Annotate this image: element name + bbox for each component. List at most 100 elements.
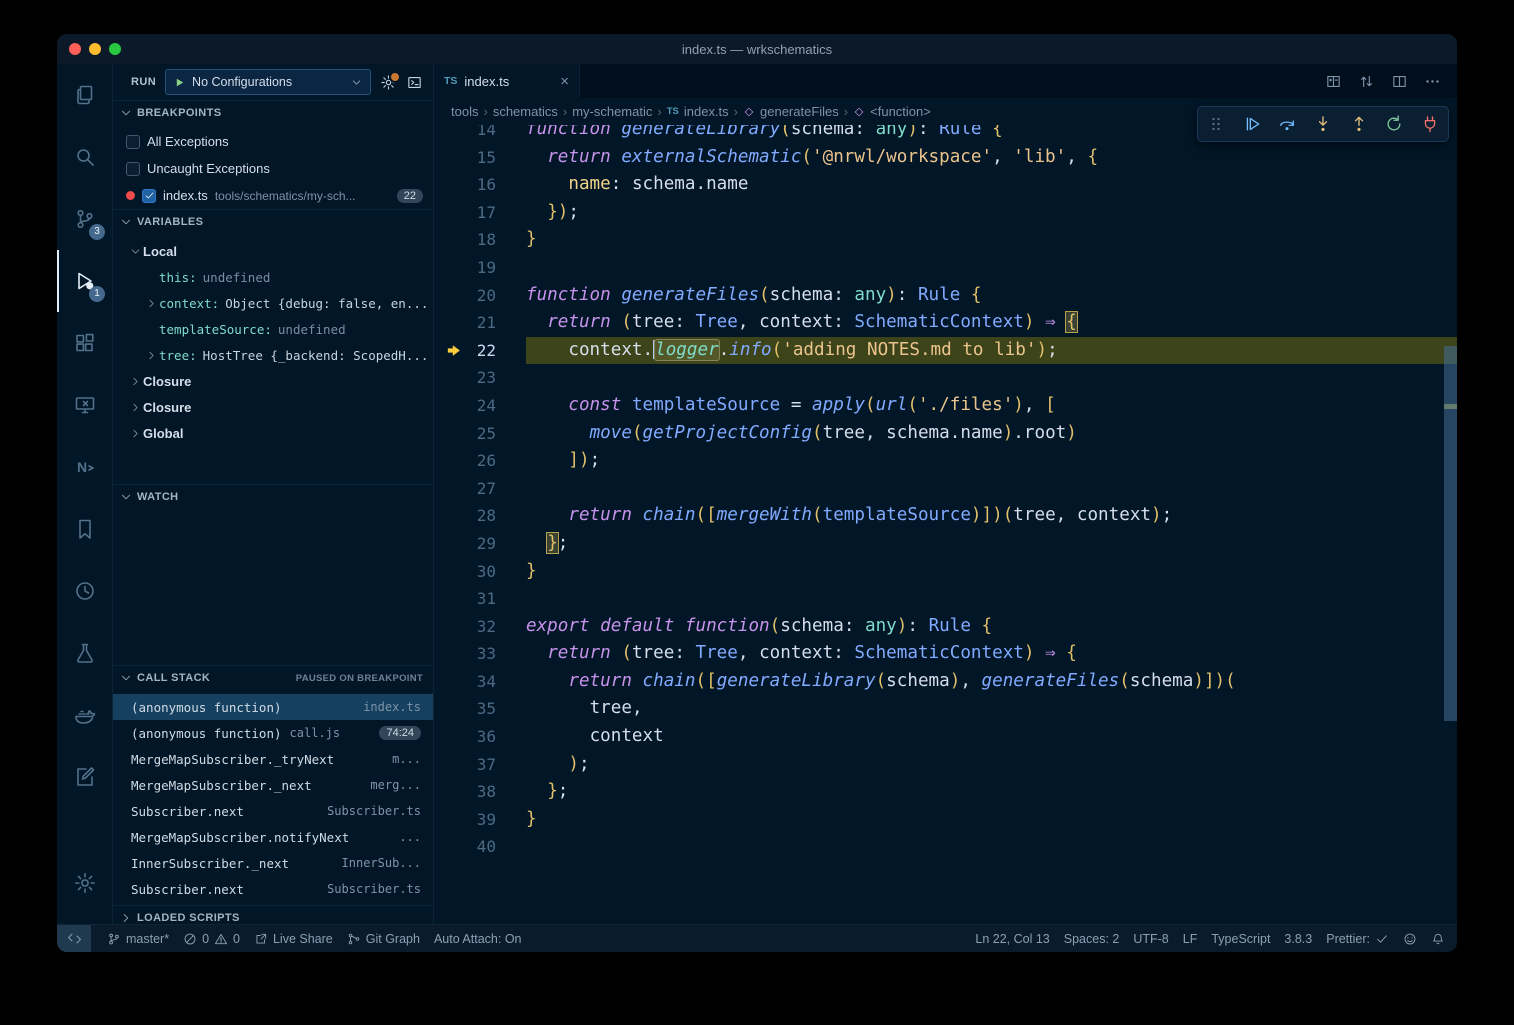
code-text[interactable]: export default function(schema: any): Ru… [526, 613, 1457, 641]
line-number-gutter[interactable]: 29 [434, 530, 526, 558]
close-tab-icon[interactable]: × [560, 74, 569, 89]
line-number-gutter[interactable]: 16 [434, 171, 526, 199]
activity-item-nx-console[interactable]: N [57, 436, 112, 498]
breakpoint-checkbox[interactable] [142, 189, 156, 203]
activity-item-history[interactable] [57, 560, 112, 622]
line-number-gutter[interactable]: 23 [434, 364, 526, 392]
chevron-right-icon[interactable] [127, 401, 143, 414]
tab-index-ts[interactable]: TS index.ts × [434, 64, 580, 98]
editor-scrollbar[interactable] [1444, 346, 1457, 721]
watch-section-header[interactable]: WATCH [113, 484, 433, 509]
debug-settings-button[interactable] [380, 74, 397, 91]
variable-row[interactable]: this:undefined [113, 264, 433, 290]
line-number-gutter[interactable]: 30 [434, 558, 526, 586]
compare-changes-icon[interactable] [1358, 73, 1375, 90]
variable-row[interactable]: templateSource:undefined [113, 316, 433, 342]
open-changes-icon[interactable] [1325, 73, 1342, 90]
line-number-gutter[interactable]: 34 [434, 668, 526, 696]
activity-item-source-control[interactable]: 3 [57, 188, 112, 250]
chevron-right-icon[interactable] [143, 349, 159, 362]
line-number-gutter[interactable]: 15 [434, 144, 526, 172]
status-item-live-share[interactable]: Live Share [254, 932, 333, 946]
status-item-language-mode[interactable]: TypeScript [1211, 932, 1270, 946]
breakpoint-row[interactable]: Uncaught Exceptions [113, 155, 433, 182]
line-number-gutter[interactable]: 36 [434, 723, 526, 751]
code-text[interactable]: return externalSchematic('@nrwl/workspac… [526, 144, 1457, 172]
line-number-gutter[interactable]: 20 [434, 282, 526, 310]
activity-item-run-debug[interactable]: 1 [57, 250, 112, 312]
step-over-button[interactable] [1273, 110, 1301, 138]
code-text[interactable]: ); [526, 751, 1457, 779]
variables-section-header[interactable]: VARIABLES [113, 209, 433, 234]
code-text[interactable] [526, 364, 1457, 392]
status-item-auto-attach[interactable]: Auto Attach: On [434, 932, 522, 946]
status-item-ts-version[interactable]: 3.8.3 [1284, 932, 1312, 946]
line-number-gutter[interactable]: 27 [434, 475, 526, 503]
start-debug-icon[interactable] [173, 76, 186, 89]
more-actions-icon[interactable] [1424, 73, 1441, 90]
line-number-gutter[interactable]: 38 [434, 778, 526, 806]
variable-row[interactable]: context:Object {debug: false, en... [113, 290, 433, 316]
code-text[interactable]: tree, [526, 695, 1457, 723]
variables-scope-row[interactable]: Closure [113, 394, 433, 420]
call-stack-frame[interactable]: Subscriber.nextSubscriber.ts [113, 876, 433, 902]
status-item-indentation[interactable]: Spaces: 2 [1064, 932, 1120, 946]
code-text[interactable]: return chain([generateLibrary(schema), g… [526, 668, 1457, 696]
call-stack-frame[interactable]: Subscriber.nextSubscriber.ts [113, 798, 433, 824]
breadcrumb-item[interactable]: my-schematic [572, 104, 652, 119]
line-number-gutter[interactable]: 17 [434, 199, 526, 227]
status-item-eol[interactable]: LF [1183, 932, 1198, 946]
status-item-notifications[interactable] [1431, 932, 1445, 946]
activity-item-bookmarks[interactable] [57, 498, 112, 560]
code-text[interactable]: function generateFiles(schema: any): Rul… [526, 282, 1457, 310]
code-text[interactable]: } [526, 226, 1457, 254]
chevron-right-icon[interactable] [127, 427, 143, 440]
line-number-gutter[interactable]: 40 [434, 833, 526, 861]
call-stack-frame[interactable]: (anonymous function)index.ts [113, 694, 433, 720]
line-number-gutter[interactable]: 26 [434, 447, 526, 475]
breakpoint-row[interactable]: All Exceptions [113, 128, 433, 155]
code-text[interactable]: } [526, 806, 1457, 834]
variables-scope-row[interactable]: Local [113, 238, 433, 264]
code-text[interactable]: return (tree: Tree, context: SchematicCo… [526, 309, 1457, 337]
status-item-remote-indicator[interactable] [57, 925, 91, 952]
call-stack-frame[interactable]: (anonymous function)call.js74:24 [113, 720, 433, 746]
chevron-right-icon[interactable] [127, 375, 143, 388]
line-number-gutter[interactable]: 21 [434, 309, 526, 337]
code-text[interactable]: context [526, 723, 1457, 751]
code-text[interactable] [526, 585, 1457, 613]
status-item-cursor-position[interactable]: Ln 22, Col 13 [975, 932, 1049, 946]
status-item-encoding[interactable]: UTF-8 [1133, 932, 1168, 946]
launch-config-dropdown[interactable]: No Configurations [165, 69, 371, 95]
code-text[interactable]: }; [526, 530, 1457, 558]
breadcrumb-item[interactable]: <function> [853, 104, 931, 119]
breadcrumb-item[interactable]: TSindex.ts [667, 104, 729, 119]
breadcrumb-item[interactable]: schematics [493, 104, 558, 119]
activity-item-remote-explorer[interactable] [57, 374, 112, 436]
breakpoint-checkbox[interactable] [126, 135, 140, 149]
line-number-gutter[interactable]: 31 [434, 585, 526, 613]
breakpoint-checkbox[interactable] [126, 162, 140, 176]
debug-console-button[interactable] [406, 74, 423, 91]
line-number-gutter[interactable]: 22 [434, 337, 526, 365]
continue-button[interactable] [1238, 110, 1266, 138]
breakpoint-row[interactable]: index.tstools/schematics/my-sch...22 [113, 182, 433, 209]
step-into-button[interactable] [1309, 110, 1337, 138]
variables-scope-row[interactable]: Global [113, 420, 433, 446]
code-text[interactable]: } [526, 558, 1457, 586]
breadcrumb-item[interactable]: generateFiles [743, 104, 839, 119]
code-text[interactable]: return chain([mergeWith(templateSource)]… [526, 502, 1457, 530]
activity-item-test-explorer[interactable] [57, 622, 112, 684]
status-item-problems[interactable]: 00 [183, 932, 240, 946]
call-stack-frame[interactable]: MergeMapSubscriber.notifyNext... [113, 824, 433, 850]
status-item-feedback[interactable] [1403, 932, 1417, 946]
line-number-gutter[interactable]: 39 [434, 806, 526, 834]
line-number-gutter[interactable]: 14 [434, 125, 526, 144]
call-stack-frame[interactable]: MergeMapSubscriber._tryNextm... [113, 746, 433, 772]
code-text[interactable] [526, 254, 1457, 282]
variables-scope-row[interactable]: Closure [113, 368, 433, 394]
line-number-gutter[interactable]: 37 [434, 751, 526, 779]
activity-item-docker[interactable] [57, 684, 112, 746]
breadcrumb-item[interactable]: tools [451, 104, 478, 119]
code-text[interactable] [526, 833, 1457, 861]
